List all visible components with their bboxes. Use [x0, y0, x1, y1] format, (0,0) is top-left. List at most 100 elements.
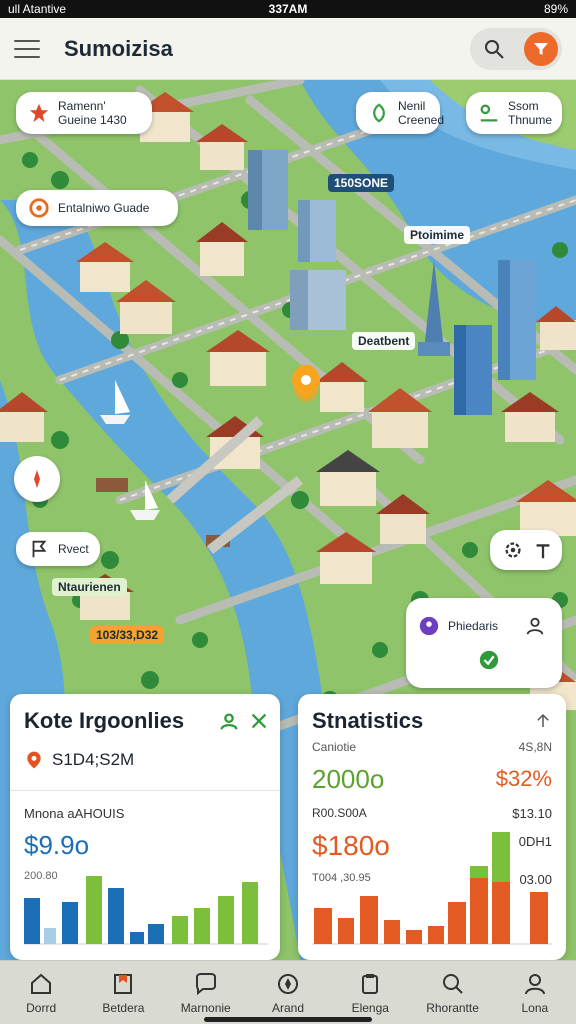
card-divider	[10, 790, 280, 791]
nav-item-home[interactable]: Dorrd	[0, 961, 82, 1024]
nav-item-lists[interactable]: Elenga	[329, 961, 411, 1024]
bar	[406, 930, 422, 944]
bar	[530, 892, 548, 944]
stat-label: Caniotie	[312, 740, 357, 754]
bar	[384, 920, 400, 944]
bar	[172, 916, 188, 944]
share-icon[interactable]	[248, 710, 270, 732]
bar	[218, 896, 234, 944]
bar	[448, 902, 466, 944]
nav-item-messages[interactable]: Marnonie	[165, 961, 247, 1024]
stat-big-value: 2000o	[312, 764, 385, 794]
location-pin-icon	[27, 751, 41, 769]
person-icon	[526, 617, 544, 635]
bar	[130, 932, 144, 944]
statistics-card[interactable]: Stnatistics Caniotie 4S,8N 2000o $32% R0…	[298, 694, 566, 960]
bar	[194, 908, 210, 944]
map-tag-poi: Ptoimime	[404, 226, 471, 244]
carrier-label: ull Atantive	[8, 2, 67, 16]
nav-label: Lona	[521, 1000, 549, 1015]
chip-title: Phiedaris	[448, 619, 499, 633]
bar	[108, 888, 124, 944]
leaf-icon	[373, 103, 385, 123]
bar	[148, 924, 164, 944]
card-title: Stnatistics	[312, 708, 424, 733]
bar	[44, 928, 56, 944]
search-icon	[442, 973, 463, 994]
search-icon[interactable]	[482, 37, 506, 61]
filter-icon	[534, 42, 548, 55]
nav-item-profile[interactable]: Lona	[494, 961, 576, 1024]
nav-label: Rhorantte	[426, 1000, 479, 1015]
hot-regions-card[interactable]: Kote Irgoonlies S1D4;S2M Mnona aAHOUIS $…	[10, 694, 280, 960]
bar	[470, 878, 488, 944]
bar	[492, 882, 510, 944]
nav-item-bookmarks[interactable]: Betdera	[82, 961, 164, 1024]
settings-icon[interactable]	[502, 539, 524, 561]
app-header: Sumoizisa	[0, 18, 576, 80]
app-title: Sumoizisa	[64, 35, 173, 61]
compass-button[interactable]	[14, 456, 60, 502]
sub-label: Mnona aAHOUIS	[24, 806, 125, 821]
stat-value: 4S,8N	[518, 740, 552, 754]
nav-item-search[interactable]: Rhorantte	[411, 961, 493, 1024]
bar	[242, 882, 258, 944]
bookmark-icon	[114, 973, 133, 994]
bar	[470, 866, 488, 878]
nav-label: Marnonie	[180, 1000, 231, 1015]
map-controls[interactable]	[490, 530, 562, 570]
nav-label: Dorrd	[26, 1000, 57, 1015]
big-value: $9.9o	[24, 830, 90, 860]
user-icon[interactable]	[218, 710, 240, 732]
flag-icon	[32, 540, 47, 558]
stat-label-2: R00.S00A	[312, 806, 367, 820]
map-chip-nature[interactable]: Nenil Creened	[356, 92, 444, 134]
map-chip-route[interactable]: Ssom Thnume	[466, 92, 562, 134]
bar	[428, 926, 444, 944]
pin-icon[interactable]	[532, 539, 554, 561]
card-title: Kote Irgoonlies	[24, 708, 185, 733]
menu-icon[interactable]	[14, 39, 40, 58]
compass-icon	[277, 973, 298, 994]
map-chip-event[interactable]: Rvect	[16, 532, 100, 566]
chip-title: Ramenn'	[58, 99, 106, 113]
battery-label: 89%	[543, 2, 569, 16]
stat-value-2: $13.10	[512, 806, 552, 821]
right-bar-chart	[312, 832, 552, 945]
bar	[338, 918, 354, 944]
map-chip-friends[interactable]: Phiedaris	[406, 598, 562, 688]
chip-title: Ssom	[508, 99, 539, 113]
user-circle-icon	[419, 616, 439, 636]
check-icon	[479, 650, 499, 670]
chip-title: Nenil	[398, 99, 426, 113]
map-chip-landmark[interactable]: Ramenn' Gueine 1430	[16, 92, 152, 134]
filter-button[interactable]	[524, 31, 558, 66]
chip-title: Entalniwo Guade	[58, 201, 150, 215]
stat-percent: $32%	[495, 766, 552, 791]
map-tag-district: Deatbent	[352, 332, 416, 350]
map-tag-city: 150SONE	[328, 174, 395, 192]
region-summary: S1D4;S2M	[52, 750, 135, 769]
chip-subtitle: Thnume	[508, 113, 553, 127]
bar	[314, 908, 332, 944]
clipboard-icon	[362, 973, 379, 994]
nav-label: Arand	[271, 1000, 304, 1015]
nav-item-around[interactable]: Arand	[247, 961, 329, 1024]
bar	[62, 902, 78, 944]
status-bar: ull Atantive 337AM 89%	[0, 0, 576, 18]
left-bar-chart	[24, 876, 268, 945]
arrow-up-icon[interactable]	[534, 712, 552, 730]
bottom-navigation: Dorrd Betdera Marnonie Arand Elenga Rhor…	[0, 960, 576, 1024]
home-indicator	[204, 1017, 372, 1022]
map-tag-orange: 103/33,D32	[90, 626, 165, 644]
map-chip-guide[interactable]: Entalniwo Guade	[16, 190, 178, 226]
bar	[86, 876, 102, 944]
bar	[360, 896, 378, 944]
chip-subtitle: Creened	[398, 113, 445, 127]
route-icon	[480, 104, 498, 122]
star-icon	[29, 103, 49, 123]
header-actions	[470, 27, 562, 70]
clock: 337AM	[268, 2, 308, 16]
chip-title: Rvect	[58, 542, 89, 556]
compass-icon	[34, 470, 40, 488]
